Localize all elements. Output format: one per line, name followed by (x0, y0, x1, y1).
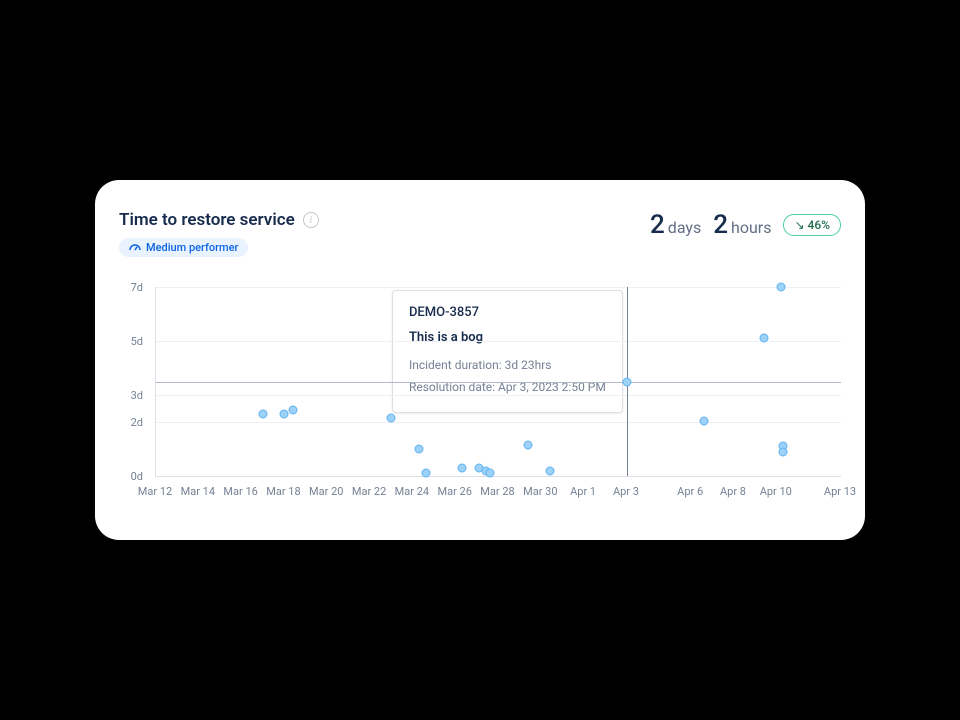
x-tick: Mar 28 (480, 485, 514, 498)
x-tick: Apr 8 (720, 485, 746, 498)
x-axis: Mar 12Mar 14Mar 16Mar 18Mar 20Mar 22Mar … (155, 485, 841, 505)
header-right: 2 days 2 hours ↘ 46% (650, 210, 841, 240)
metric-days-unit: days (668, 218, 701, 237)
metric-card: Time to restore service i Medium perform… (95, 180, 865, 540)
x-tick: Mar 16 (223, 485, 257, 498)
trend-pill: ↘ 46% (783, 214, 841, 236)
card-title: Time to restore service (119, 210, 295, 230)
y-axis: 7d5d3d2d0d (119, 287, 149, 477)
data-point[interactable] (415, 445, 424, 454)
x-tick: Mar 30 (523, 485, 557, 498)
x-tick: Mar 18 (266, 485, 300, 498)
data-point[interactable] (622, 377, 631, 386)
chart: 7d5d3d2d0d DEMO-3857 This is a bog Incid… (119, 287, 841, 507)
header-left: Time to restore service i Medium perform… (119, 210, 319, 257)
y-tick: 5d (131, 335, 143, 348)
data-point[interactable] (759, 334, 768, 343)
metric-days-value: 2 (650, 210, 665, 240)
data-point[interactable] (387, 413, 396, 422)
tooltip-title: This is a bog (409, 330, 606, 345)
x-tick: Apr 10 (760, 485, 792, 498)
performance-badge: Medium performer (119, 238, 248, 257)
info-icon[interactable]: i (303, 212, 319, 228)
x-tick: Apr 3 (613, 485, 639, 498)
trend-value: 46% (808, 218, 830, 232)
x-tick: Apr 6 (677, 485, 703, 498)
data-point[interactable] (485, 469, 494, 478)
trend-down-icon: ↘ (794, 218, 804, 232)
y-tick: 0d (131, 470, 143, 483)
data-point[interactable] (259, 409, 268, 418)
metric-days: 2 days (650, 210, 701, 240)
x-tick: Mar 20 (309, 485, 343, 498)
x-tick: Mar 14 (181, 485, 215, 498)
badge-label: Medium performer (146, 241, 238, 254)
tooltip-id: DEMO-3857 (409, 305, 606, 320)
data-point[interactable] (777, 283, 786, 292)
metric-hours-unit: hours (731, 218, 771, 237)
x-tick: Mar 22 (352, 485, 386, 498)
x-tick: Mar 24 (395, 485, 429, 498)
y-tick: 7d (131, 281, 143, 294)
metric-hours: 2 hours (713, 210, 771, 240)
tooltip-duration: Incident duration: 3d 23hrs (409, 355, 606, 377)
data-point[interactable] (700, 416, 709, 425)
x-tick: Mar 12 (138, 485, 172, 498)
y-tick: 3d (131, 389, 143, 402)
data-point[interactable] (458, 463, 467, 472)
y-tick: 2d (131, 416, 143, 429)
data-point[interactable] (545, 466, 554, 475)
title-row: Time to restore service i (119, 210, 319, 230)
card-header: Time to restore service i Medium perform… (119, 210, 841, 257)
data-point[interactable] (524, 440, 533, 449)
data-point[interactable] (280, 409, 289, 418)
data-point[interactable] (421, 469, 430, 478)
metric-hours-value: 2 (713, 210, 728, 240)
x-tick: Apr 1 (570, 485, 596, 498)
data-point[interactable] (779, 447, 788, 456)
x-tick: Apr 13 (824, 485, 856, 498)
data-point[interactable] (289, 405, 298, 414)
x-tick: Mar 26 (437, 485, 471, 498)
gauge-icon (129, 241, 141, 254)
plot-area[interactable]: DEMO-3857 This is a bog Incident duratio… (155, 287, 841, 477)
